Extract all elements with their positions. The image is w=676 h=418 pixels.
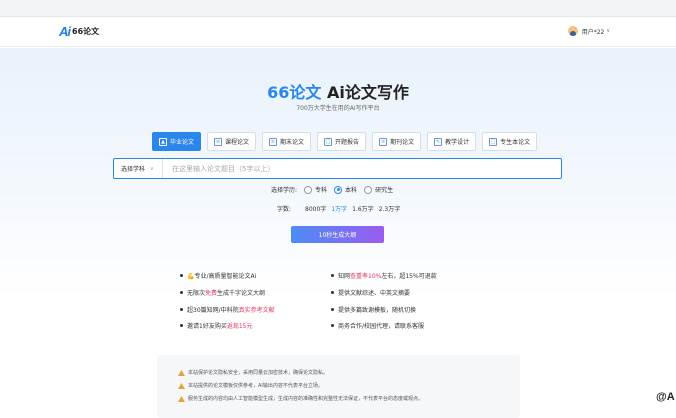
notice-line: 本站提供的论文模板仅供参考，AI输出内容不代表平台立场。 <box>178 382 323 389</box>
warning-icon <box>178 382 185 389</box>
bullet <box>180 291 183 294</box>
avatar <box>567 26 578 36</box>
feature-item: 知网 查重率10% 左右，超15%可退款 <box>331 271 437 280</box>
degree-selector: 选择学历: 专科 本科 研究生 <box>271 185 393 194</box>
teaching-icon: ✎ <box>434 137 443 146</box>
feature-item: 提供多篇致谢模板，随机切换 <box>331 305 416 314</box>
tab-journal-paper[interactable]: ≡ 期刊论文 <box>372 132 422 151</box>
graduation-cap-icon: ▲ <box>159 137 167 146</box>
bullet <box>331 274 334 277</box>
radio-label: 本科 <box>345 187 358 194</box>
bullet <box>331 291 334 294</box>
tab-label: 教学设计 <box>445 139 470 146</box>
radio-junior-college[interactable]: 专科 <box>304 185 327 194</box>
radio-label: 专科 <box>315 187 328 194</box>
tab-upgrade-paper[interactable]: □ 专生本论文 <box>482 132 538 151</box>
user-name: 用户*22 <box>581 28 605 36</box>
radio-circle-selected <box>334 185 343 194</box>
bullet <box>180 324 183 327</box>
topic-search-box: 选择学科 ∨ <box>113 158 562 179</box>
browser-top-strip <box>0 0 676 17</box>
radio-circle <box>364 185 373 194</box>
tab-label: 开题报告 <box>335 139 360 146</box>
watermark: @A <box>656 391 675 403</box>
paper-icon: □ <box>489 137 498 146</box>
word-option-8000[interactable]: 8000字 <box>305 204 326 213</box>
topic-input[interactable] <box>163 159 561 178</box>
word-count-selector: 字数: 8000字 1万字 1.6万字 2.3万字 <box>277 204 405 213</box>
book-icon: ≡ <box>214 137 223 146</box>
user-menu[interactable]: 用户*22 ∨ <box>567 26 610 36</box>
chevron-down-icon: ∨ <box>150 165 154 172</box>
paper-type-tabs: ▲ 毕业论文 ≡ 课程论文 ≡ 期末论文 □ 开题报告 ≡ 期刊论文 ✎ 教学设… <box>152 132 543 151</box>
title-rest: Ai论文写作 <box>321 83 409 102</box>
page-title: 66论文 Ai论文写作 <box>0 79 676 103</box>
logo-text: 66论文 <box>72 27 100 36</box>
radio-circle <box>304 185 313 194</box>
tab-graduation-paper[interactable]: ▲ 毕业论文 <box>152 132 202 151</box>
bullet <box>331 324 334 327</box>
tab-label: 期刊论文 <box>390 139 415 146</box>
subject-label: 选择学科 <box>121 166 146 173</box>
radio-label: 研究生 <box>375 187 394 194</box>
tab-teaching-design[interactable]: ✎ 教学设计 <box>427 132 477 151</box>
radio-undergraduate[interactable]: 本科 <box>334 185 357 194</box>
tab-label: 期末论文 <box>280 139 305 146</box>
title-brand: 66论文 <box>267 83 322 102</box>
bullet <box>180 274 183 277</box>
page-subtitle: 700万大学生在用的AI写作平台 <box>296 105 380 112</box>
subject-select[interactable]: 选择学科 ∨ <box>114 159 163 178</box>
bullet <box>331 308 334 311</box>
tab-final-paper[interactable]: ≡ 期末论文 <box>262 132 312 151</box>
notice-line: 本站保护论文隐私安全，采用同量云加密技术，确保论文隐私。 <box>178 369 328 376</box>
report-icon: □ <box>324 137 333 146</box>
site-logo[interactable]: Ai 66论文 <box>59 24 99 39</box>
warning-icon <box>178 369 185 376</box>
document-icon: ≡ <box>269 137 278 146</box>
bullet <box>180 308 183 311</box>
radio-graduate[interactable]: 研究生 <box>364 185 393 194</box>
journal-icon: ≡ <box>379 137 388 146</box>
tab-label: 毕业论文 <box>170 139 195 146</box>
word-option-10000[interactable]: 1万字 <box>331 204 347 213</box>
feature-item: 提供文献综述、中英文摘要 <box>331 288 410 297</box>
word-option-16000[interactable]: 1.6万字 <box>352 204 374 213</box>
feature-item: 商务合作/校园代理，请联系客服 <box>331 321 424 330</box>
word-option-23000[interactable]: 2.3万字 <box>379 204 401 213</box>
feature-item: 超30篇知网/中科院 真实参考文献 <box>180 305 275 314</box>
logo-mark: Ai <box>59 24 71 39</box>
notice-panel: 本站保护论文隐私安全，采用同量云加密技术，确保论文隐私。 本站提供的论文模板仅供… <box>157 355 520 418</box>
top-navbar: Ai 66论文 用户*22 ∨ <box>0 17 676 47</box>
feature-item: 💪专业/高质量智能论文Ai <box>180 271 256 280</box>
tab-label: 专生本论文 <box>500 139 531 146</box>
degree-label: 选择学历: <box>271 187 298 194</box>
word-count-label: 字数: <box>277 206 292 213</box>
tab-proposal-report[interactable]: □ 开题报告 <box>317 132 367 151</box>
warning-icon <box>178 395 185 402</box>
chevron-down-icon: ∨ <box>606 28 610 34</box>
notice-line: 服务生成的内容均由人工智能模型生成，生成内容的准确性和完整性无法保证，不代表平台… <box>178 395 423 402</box>
feature-item: 邀请1好友购买 返现15元 <box>180 321 252 330</box>
generate-outline-button[interactable]: 10秒生成大纲 <box>291 226 384 243</box>
tab-course-paper[interactable]: ≡ 课程论文 <box>207 132 257 151</box>
feature-item: 无限次 免费 生成千字论文大纲 <box>180 288 265 297</box>
tab-label: 课程论文 <box>225 139 250 146</box>
